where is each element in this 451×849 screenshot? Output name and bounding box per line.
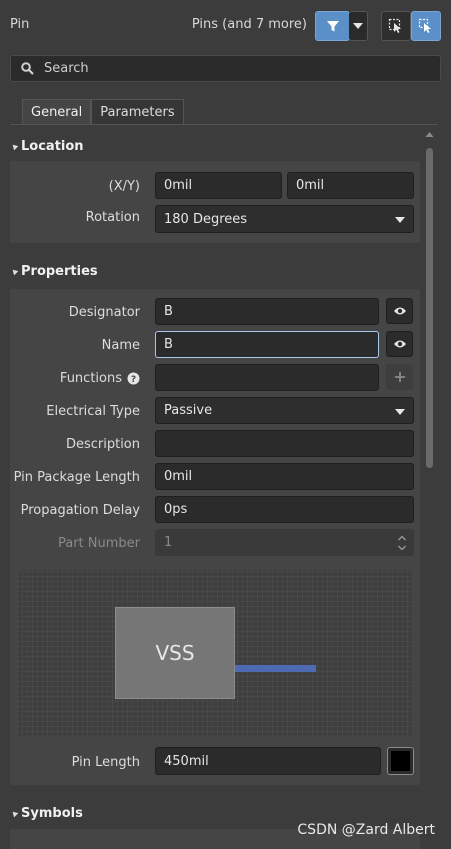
plus-icon	[394, 372, 405, 382]
select-inside-button[interactable]	[381, 11, 411, 41]
name-visibility-button[interactable]	[386, 331, 413, 357]
propagation-delay-field[interactable]: 0ps	[155, 496, 414, 523]
part-number-label: Part Number	[57, 536, 140, 551]
search-icon	[21, 62, 34, 75]
y-field[interactable]: 0mil	[287, 172, 414, 199]
pin-color-button[interactable]	[387, 747, 414, 775]
tab-divider	[10, 124, 438, 125]
properties-title: Properties	[21, 264, 98, 279]
designator-field[interactable]: B	[155, 298, 379, 325]
watermark: CSDN @Zard Albert	[297, 822, 435, 838]
collapse-triangle-icon	[10, 267, 19, 276]
pin-package-length-label: Pin Package Length	[13, 470, 140, 485]
filter-dropdown-button[interactable]	[349, 11, 368, 41]
eye-icon	[393, 340, 406, 348]
scroll-up-icon[interactable]	[425, 131, 434, 138]
select-touching-button[interactable]	[411, 11, 441, 41]
electrical-type-select[interactable]: Passive	[155, 397, 414, 424]
name-label: Name	[101, 338, 140, 353]
location-title: Location	[21, 139, 84, 154]
location-section-header[interactable]: Location	[10, 139, 84, 154]
svg-text:?: ?	[131, 375, 136, 385]
symbols-title: Symbols	[21, 806, 83, 821]
panel-title: Pin	[10, 17, 30, 32]
search-input[interactable]: Search	[10, 55, 441, 82]
select-inside-icon	[388, 18, 401, 33]
symbols-section-header[interactable]: Symbols	[10, 806, 83, 821]
part-number-stepper[interactable]: 1	[155, 529, 414, 556]
tab-general[interactable]: General	[22, 99, 92, 125]
collapse-triangle-icon	[10, 809, 19, 818]
description-label: Description	[65, 437, 140, 452]
help-icon[interactable]: ?	[127, 372, 140, 385]
part-number-value: 1	[164, 535, 173, 550]
collapse-triangle-icon	[10, 142, 19, 151]
pin-length-field[interactable]: 450mil	[155, 747, 381, 775]
functions-field[interactable]	[155, 364, 379, 391]
electrical-type-value: Passive	[164, 403, 213, 418]
electrical-type-label: Electrical Type	[46, 404, 140, 419]
add-function-button[interactable]	[386, 364, 413, 390]
scrollbar-thumb[interactable]	[426, 148, 433, 468]
pin-preview-body: VSS	[115, 607, 235, 699]
description-field[interactable]	[155, 430, 414, 457]
filter-button[interactable]	[315, 11, 350, 41]
pin-preview-line	[235, 665, 316, 672]
functions-label-group: Functions ?	[60, 371, 140, 386]
pin-color-swatch	[391, 751, 410, 771]
designator-visibility-button[interactable]	[386, 298, 413, 324]
filter-summary[interactable]: Pins (and 7 more)	[192, 17, 307, 32]
rotation-select[interactable]: 180 Degrees	[155, 205, 414, 233]
propagation-delay-label: Propagation Delay	[20, 503, 140, 518]
rotation-label: Rotation	[85, 210, 140, 225]
properties-section-header[interactable]: Properties	[10, 264, 98, 279]
chevron-down-icon	[395, 217, 405, 223]
tab-bar: General Parameters	[22, 99, 184, 125]
name-field[interactable]: B	[155, 331, 379, 358]
stepper-arrows-icon[interactable]	[397, 533, 407, 553]
xy-label: (X/Y)	[108, 179, 140, 194]
functions-label: Functions	[59, 371, 122, 386]
tab-parameters[interactable]: Parameters	[91, 99, 184, 125]
pin-preview: VSS	[17, 570, 412, 737]
funnel-icon	[326, 21, 339, 32]
chevron-down-icon	[395, 408, 405, 415]
designator-label: Designator	[68, 305, 140, 320]
search-placeholder: Search	[44, 61, 89, 76]
x-field[interactable]: 0mil	[155, 172, 282, 199]
pin-package-length-field[interactable]: 0mil	[155, 463, 414, 490]
caret-down-icon	[353, 23, 363, 29]
pin-length-label: Pin Length	[71, 755, 140, 770]
rotation-value: 180 Degrees	[164, 211, 248, 227]
select-touching-icon	[418, 18, 431, 33]
eye-icon	[393, 307, 406, 315]
